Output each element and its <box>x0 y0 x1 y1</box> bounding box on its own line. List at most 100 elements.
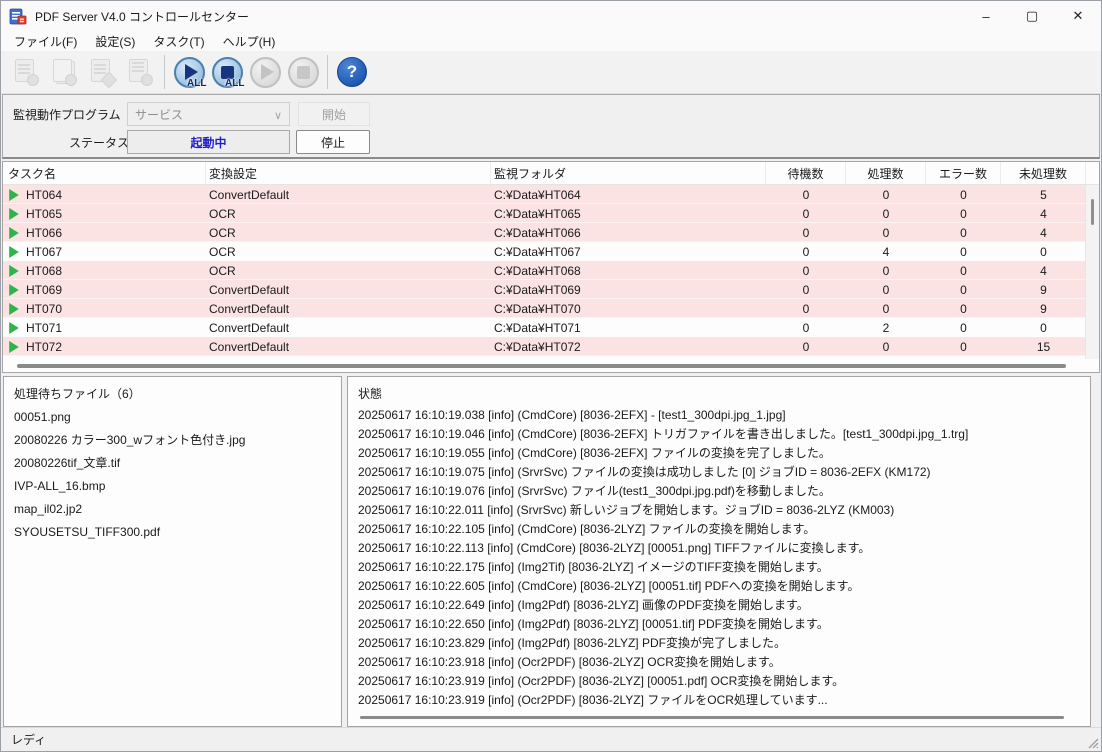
log-line: 20250617 16:10:22.649 [info] (Img2Pdf) [… <box>348 596 1090 615</box>
task-running-icon <box>8 284 20 296</box>
cell-folder: C:¥Data¥HT072 <box>491 337 766 356</box>
table-horizontal-scrollbar-thumb[interactable] <box>17 364 1066 368</box>
cell-processing: 0 <box>846 299 926 318</box>
cell-waiting: 0 <box>766 318 846 337</box>
document-gear-icon <box>13 58 39 86</box>
menubar: ファイル(F)設定(S)タスク(T)ヘルプ(H) <box>1 31 1101 51</box>
cell-setting: ConvertDefault <box>206 299 491 318</box>
task-add-button <box>45 53 83 91</box>
cell-waiting: 0 <box>766 261 846 280</box>
cell-processing: 0 <box>846 223 926 242</box>
table-row[interactable]: HT069ConvertDefaultC:¥Data¥HT0690009 <box>3 280 1099 299</box>
pending-file-item[interactable]: 00051.png <box>4 406 341 429</box>
menu-item-2[interactable]: タスク(T) <box>144 31 213 52</box>
stop-icon <box>288 57 319 88</box>
log-horizontal-scrollbar[interactable] <box>352 715 1082 721</box>
cell-name: HT067 <box>3 242 206 261</box>
cell-folder: C:¥Data¥HT068 <box>491 261 766 280</box>
help-button[interactable]: ? <box>333 53 371 91</box>
log-line: 20250617 16:10:19.046 [info] (CmdCore) [… <box>348 425 1090 444</box>
stop-all-button[interactable]: ALL <box>208 53 246 91</box>
play-all-icon: ALL <box>174 57 205 88</box>
status-value: 起動中 <box>190 134 226 151</box>
app-window: PDF Server V4.0 コントロールセンター – ▢ ✕ ファイル(F)… <box>0 0 1102 752</box>
log-line: 20250617 16:10:23.918 [info] (Ocr2PDF) [… <box>348 653 1090 672</box>
document-sync-gear-icon <box>127 58 153 86</box>
cell-waiting: 0 <box>766 337 846 356</box>
table-row[interactable]: HT068OCRC:¥Data¥HT0680004 <box>3 261 1099 280</box>
cell-processing: 0 <box>846 280 926 299</box>
pending-files-list: 00051.png20080226 カラー300_wフォント色付き.jpg200… <box>4 406 341 544</box>
task-edit-button <box>83 53 121 91</box>
cell-name: HT068 <box>3 261 206 280</box>
task-name: HT071 <box>26 321 62 335</box>
column-header-error-count[interactable]: エラー数 <box>926 162 1001 184</box>
maximize-button[interactable]: ▢ <box>1009 1 1055 31</box>
cell-name: HT070 <box>3 299 206 318</box>
task-name: HT068 <box>26 264 62 278</box>
column-header-convert-setting[interactable]: 変換設定 <box>206 162 491 184</box>
column-header-processing-count[interactable]: 処理数 <box>846 162 926 184</box>
cell-unprocessed: 9 <box>1001 280 1086 299</box>
stop-button[interactable]: 停止 <box>296 130 370 154</box>
table-row[interactable]: HT065OCRC:¥Data¥HT0650004 <box>3 204 1099 223</box>
pending-file-item[interactable]: IVP-ALL_16.bmp <box>4 475 341 498</box>
cell-name: HT064 <box>3 185 206 204</box>
resize-grip-icon[interactable] <box>1085 735 1099 749</box>
task-running-icon <box>8 322 20 334</box>
cell-waiting: 0 <box>766 223 846 242</box>
column-header-waiting-count[interactable]: 待機数 <box>766 162 846 184</box>
cell-unprocessed: 15 <box>1001 337 1086 356</box>
cell-processing: 0 <box>846 204 926 223</box>
log-horizontal-scrollbar-thumb[interactable] <box>360 716 1064 719</box>
table-row[interactable]: HT066OCRC:¥Data¥HT0660004 <box>3 223 1099 242</box>
menu-item-1[interactable]: 設定(S) <box>86 31 144 52</box>
task-table: タスク名 変換設定 監視フォルダ 待機数 処理数 エラー数 未処理数 HT064… <box>2 161 1100 373</box>
monitor-program-select[interactable]: サービス ∨ <box>127 102 290 126</box>
cell-name: HT065 <box>3 204 206 223</box>
table-row[interactable]: HT067OCRC:¥Data¥HT0670400 <box>3 242 1099 261</box>
cell-folder: C:¥Data¥HT067 <box>491 242 766 261</box>
pending-file-item[interactable]: SYOUSETSU_TIFF300.pdf <box>4 521 341 544</box>
table-row[interactable]: HT071ConvertDefaultC:¥Data¥HT0710200 <box>3 318 1099 337</box>
task-name: HT066 <box>26 226 62 240</box>
document-pencil-icon <box>89 58 115 86</box>
column-header-unprocessed-count[interactable]: 未処理数 <box>1001 162 1086 184</box>
table-vertical-scrollbar-thumb[interactable] <box>1091 199 1094 225</box>
cell-unprocessed: 4 <box>1001 261 1086 280</box>
table-row[interactable]: HT064ConvertDefaultC:¥Data¥HT0640005 <box>3 185 1099 204</box>
stop-task-button <box>284 53 322 91</box>
cell-folder: C:¥Data¥HT064 <box>491 185 766 204</box>
column-header-task-name[interactable]: タスク名 <box>3 162 206 184</box>
cell-folder: C:¥Data¥HT071 <box>491 318 766 337</box>
pending-file-item[interactable]: 20080226tif_文章.tif <box>4 452 341 475</box>
cell-processing: 0 <box>846 261 926 280</box>
pending-files-title: 処理待ちファイル（6） <box>4 377 341 406</box>
menu-item-0[interactable]: ファイル(F) <box>5 31 86 52</box>
cell-name: HT071 <box>3 318 206 337</box>
cell-errors: 0 <box>926 223 1001 242</box>
start-all-label: ALL <box>187 78 206 89</box>
minimize-button[interactable]: – <box>963 1 1009 31</box>
table-row[interactable]: HT070ConvertDefaultC:¥Data¥HT0700009 <box>3 299 1099 318</box>
start-button: 開始 <box>298 102 370 126</box>
start-all-button[interactable]: ALL <box>170 53 208 91</box>
menu-item-3[interactable]: ヘルプ(H) <box>214 31 285 52</box>
close-button[interactable]: ✕ <box>1055 1 1101 31</box>
cell-folder: C:¥Data¥HT069 <box>491 280 766 299</box>
monitor-panel: 監視動作プログラム サービス ∨ 開始 ステータス 起動中 停止 <box>2 94 1100 159</box>
cell-folder: C:¥Data¥HT065 <box>491 204 766 223</box>
pending-file-item[interactable]: 20080226 カラー300_wフォント色付き.jpg <box>4 429 341 452</box>
cell-waiting: 0 <box>766 204 846 223</box>
task-running-icon <box>8 227 20 239</box>
status-label: ステータス <box>69 134 129 151</box>
column-header-watch-folder[interactable]: 監視フォルダ <box>491 162 766 184</box>
table-horizontal-scrollbar[interactable] <box>4 363 1084 369</box>
table-vertical-scrollbar[interactable] <box>1085 185 1099 359</box>
log-line: 20250617 16:10:22.650 [info] (Img2Pdf) [… <box>348 615 1090 634</box>
table-row[interactable]: HT072ConvertDefaultC:¥Data¥HT07200015 <box>3 337 1099 356</box>
pending-file-item[interactable]: map_il02.jp2 <box>4 498 341 521</box>
cell-errors: 0 <box>926 299 1001 318</box>
cell-setting: OCR <box>206 204 491 223</box>
cell-errors: 0 <box>926 242 1001 261</box>
